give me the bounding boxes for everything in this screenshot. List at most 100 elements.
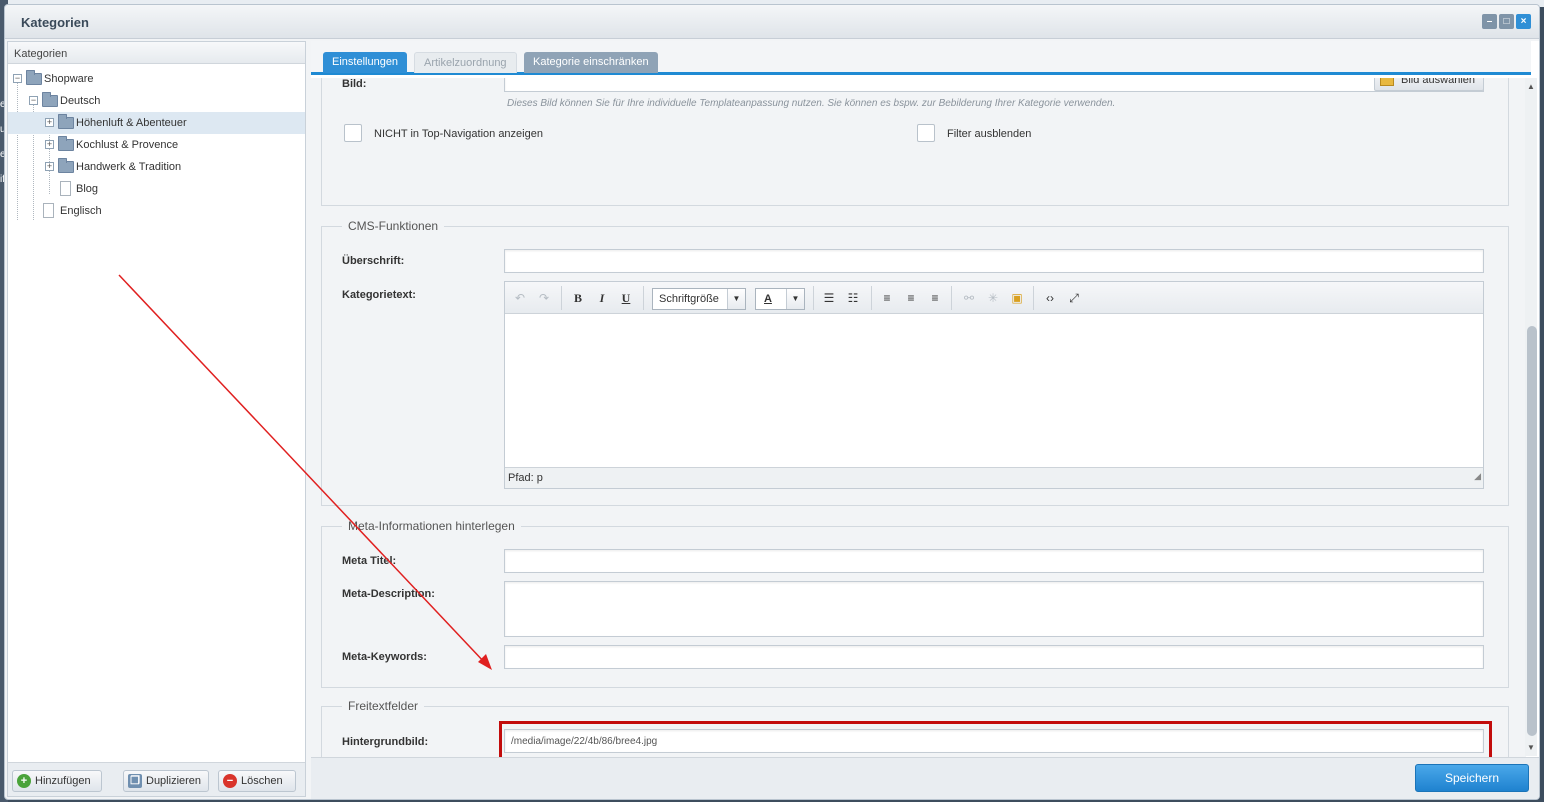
expand-icon[interactable]: + <box>45 118 54 127</box>
underline-icon[interactable]: U <box>618 290 634 306</box>
folder-icon <box>26 70 42 85</box>
freetext-fieldset: Freitextfelder Hintergrundbild: /media/i… <box>321 699 1509 758</box>
media-icon[interactable]: ▣ <box>1009 290 1025 306</box>
add-category-button[interactable]: + Hinzufügen <box>12 770 102 792</box>
window-title: Kategorien <box>21 15 89 30</box>
freetext-legend: Freitextfelder <box>342 699 425 713</box>
image-field[interactable] <box>504 78 1484 92</box>
tree-node-label: Handwerk & Tradition <box>76 161 182 173</box>
tree-node-handwerk[interactable]: + Handwerk & Tradition <box>8 156 305 178</box>
bold-icon[interactable]: B <box>570 290 586 306</box>
select-image-button[interactable]: Bild auswählen <box>1374 78 1484 91</box>
folder-icon <box>42 92 58 107</box>
fullscreen-icon[interactable]: ⤢ <box>1066 290 1082 306</box>
collapse-icon[interactable]: − <box>13 74 22 83</box>
align-right-icon[interactable]: ≡ <box>927 290 943 306</box>
tab-restrict-category[interactable]: Kategorie einschränken <box>524 52 658 73</box>
tree-panel-header: Kategorien <box>8 42 305 64</box>
window-tools: – □ × <box>1482 14 1531 29</box>
hide-filter-checkbox[interactable] <box>917 124 935 142</box>
font-color-select[interactable]: A ▼ <box>755 288 805 310</box>
folder-icon <box>58 136 74 151</box>
delete-category-button[interactable]: − Löschen <box>218 770 296 792</box>
tab-bar: Einstellungen Artikelzuordnung Kategorie… <box>311 41 1531 75</box>
meta-legend: Meta-Informationen hinterlegen <box>342 519 521 533</box>
tab-article-assignment[interactable]: Artikelzuordnung <box>414 52 517 73</box>
folder-icon <box>58 158 74 173</box>
save-button[interactable]: Speichern <box>1415 764 1529 792</box>
tab-settings[interactable]: Einstellungen <box>323 52 408 73</box>
font-size-select[interactable]: Schriftgröße ▼ <box>652 288 746 310</box>
meta-description-textarea[interactable] <box>504 581 1484 637</box>
meta-description-label: Meta-Description: <box>342 588 435 600</box>
rich-text-editor[interactable]: ↶ ↷ B I U Schriftgröße ▼ A ▼ ☰ ☷ ≡ ≡ ≡ ⚯… <box>504 281 1484 489</box>
image-label: Bild: <box>342 78 367 90</box>
editor-path: Pfad: p <box>508 472 543 484</box>
maximize-icon[interactable]: □ <box>1499 14 1514 29</box>
page-icon <box>43 203 54 218</box>
tree-node-label: Kochlust & Provence <box>76 139 179 151</box>
editor-body[interactable] <box>505 314 1483 467</box>
meta-title-label: Meta Titel: <box>342 555 397 567</box>
image-icon <box>1380 78 1394 86</box>
meta-fieldset: Meta-Informationen hinterlegen Meta Tite… <box>321 519 1509 688</box>
heading-label: Überschrift: <box>342 255 405 267</box>
window-header[interactable]: Kategorien – □ × <box>5 5 1539 39</box>
toolbar-divider <box>643 286 644 310</box>
bullet-list-icon[interactable]: ☰ <box>821 290 837 306</box>
tree-node-blog[interactable]: Blog <box>8 178 305 200</box>
toolbar-divider <box>951 286 952 310</box>
page-icon <box>60 181 71 196</box>
scroll-thumb[interactable] <box>1527 326 1537 736</box>
source-code-icon[interactable]: ‹› <box>1042 290 1058 306</box>
category-tree: − Shopware − Deutsch + Höhenluft & Abent… <box>8 64 305 222</box>
delete-button-label: Löschen <box>241 775 283 787</box>
undo-icon[interactable]: ↶ <box>512 290 528 306</box>
chevron-down-icon: ▼ <box>727 289 745 309</box>
expand-icon[interactable]: + <box>45 162 54 171</box>
detail-footer: Speichern <box>311 757 1539 799</box>
editor-status-bar: Pfad: p ◢ <box>505 467 1483 488</box>
category-text-label: Kategorietext: <box>342 289 416 301</box>
tree-node-shopware[interactable]: − Shopware <box>8 68 305 90</box>
toolbar-divider <box>1033 286 1034 310</box>
close-icon[interactable]: × <box>1516 14 1531 29</box>
meta-keywords-input[interactable] <box>504 645 1484 669</box>
minus-icon: − <box>223 774 237 788</box>
expand-icon[interactable]: + <box>45 140 54 149</box>
redo-icon[interactable]: ↷ <box>536 290 552 306</box>
settings-fieldset: Bild: Bild auswählen Dieses Bild können … <box>321 78 1509 206</box>
minimize-icon[interactable]: – <box>1482 14 1497 29</box>
plus-icon: + <box>17 774 31 788</box>
toolbar-divider <box>871 286 872 310</box>
heading-input[interactable] <box>504 249 1484 273</box>
duplicate-icon: ❐ <box>128 774 142 788</box>
resize-handle-icon[interactable]: ◢ <box>1474 466 1481 486</box>
chevron-down-icon: ▼ <box>786 289 804 309</box>
tree-node-deutsch[interactable]: − Deutsch <box>8 90 305 112</box>
meta-title-input[interactable] <box>504 549 1484 573</box>
align-left-icon[interactable]: ≡ <box>879 290 895 306</box>
hide-filter-label: Filter ausblenden <box>947 128 1032 140</box>
duplicate-button-label: Duplizieren <box>146 775 202 787</box>
tree-node-label: Englisch <box>60 205 102 217</box>
form-scrollbar[interactable]: ▲ ▼ <box>1525 78 1537 756</box>
italic-icon[interactable]: I <box>594 290 610 306</box>
unlink-icon[interactable]: ✳ <box>985 290 1001 306</box>
scroll-down-icon[interactable]: ▼ <box>1527 743 1535 752</box>
numbered-list-icon[interactable]: ☷ <box>845 290 861 306</box>
tree-node-kochlust[interactable]: + Kochlust & Provence <box>8 134 305 156</box>
meta-keywords-label: Meta-Keywords: <box>342 651 427 663</box>
link-icon[interactable]: ⚯ <box>961 290 977 306</box>
categories-window: Kategorien – □ × Kategorien − Shopware −… <box>4 4 1540 800</box>
tree-node-englisch[interactable]: Englisch <box>8 200 305 222</box>
duplicate-category-button[interactable]: ❐ Duplizieren <box>123 770 209 792</box>
hide-top-nav-checkbox[interactable] <box>344 124 362 142</box>
tree-node-hoehenluft[interactable]: + Höhenluft & Abenteuer <box>8 112 305 134</box>
collapse-icon[interactable]: − <box>29 96 38 105</box>
align-center-icon[interactable]: ≡ <box>903 290 919 306</box>
tree-node-label: Blog <box>76 183 99 195</box>
tree-node-label: Deutsch <box>60 95 101 107</box>
scroll-up-icon[interactable]: ▲ <box>1527 82 1535 91</box>
toolbar-divider <box>813 286 814 310</box>
